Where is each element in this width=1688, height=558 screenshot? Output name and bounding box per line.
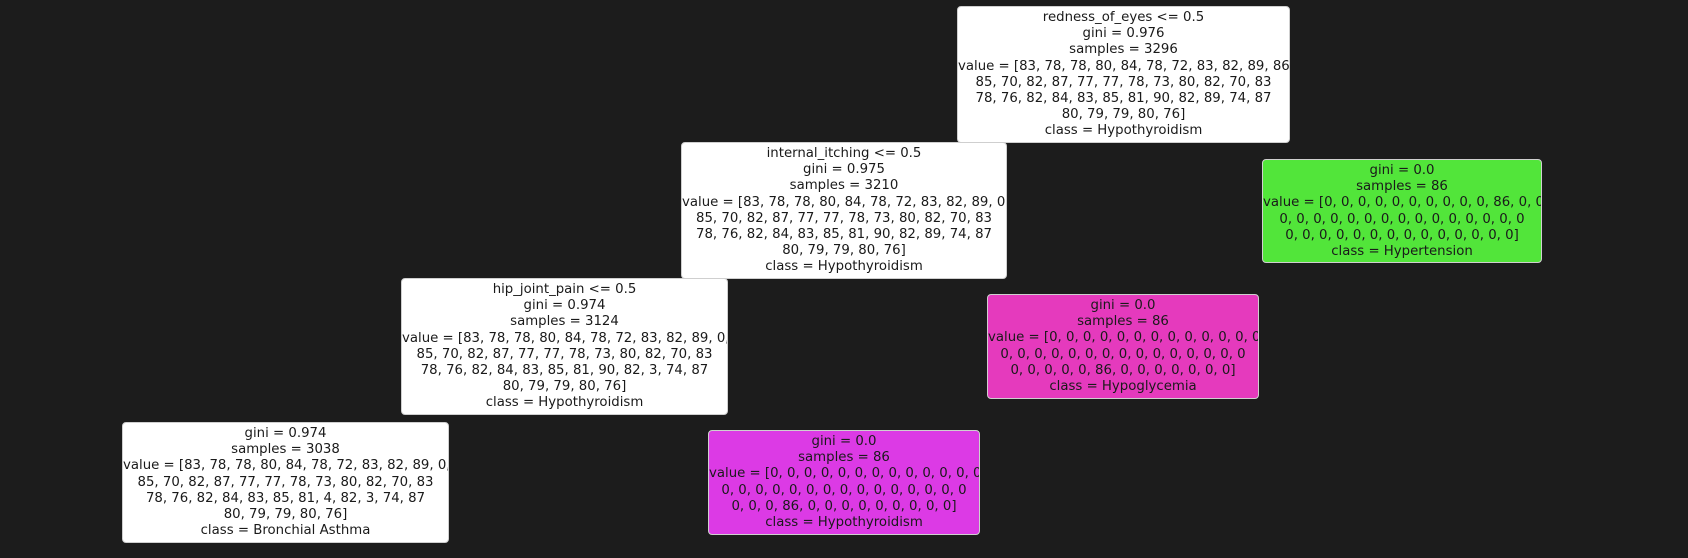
node-class: class = Bronchial Asthma xyxy=(200,523,371,539)
node-value-line: 85, 70, 82, 87, 77, 77, 78, 73, 80, 82, … xyxy=(695,210,993,226)
node-gini: gini = 0.975 xyxy=(803,162,885,178)
node-value-line: 85, 70, 82, 87, 77, 77, 78, 73, 80, 82, … xyxy=(137,474,434,490)
node-value-line: 78, 76, 82, 84, 83, 85, 81, 90, 82, 89, … xyxy=(695,227,993,243)
node-samples: samples = 3038 xyxy=(231,442,340,458)
node-gini: gini = 0.974 xyxy=(523,298,606,314)
node-split-rule: redness_of_eyes <= 0.5 xyxy=(1042,10,1205,25)
node-split-rule: hip_joint_pain <= 0.5 xyxy=(492,282,637,297)
node-value-line: 0, 0, 0, 0, 0, 86, 0, 0, 0, 0, 0, 0, 0] xyxy=(1010,362,1236,378)
node-value-line: value = [0, 0, 0, 0, 0, 0, 0, 0, 0, 0, 8… xyxy=(1263,195,1542,211)
node-value-line: 0, 0, 0, 86, 0, 0, 0, 0, 0, 0, 0, 0, 0] xyxy=(731,498,957,514)
tree-leaf-hypertension: gini = 0.0 samples = 86 value = [0, 0, 0… xyxy=(1262,159,1542,263)
node-value-line: 80, 79, 79, 80, 76] xyxy=(782,243,906,259)
node-value-line: 0, 0, 0, 0, 0, 0, 0, 0, 0, 0, 0, 0, 0, 0… xyxy=(721,482,967,498)
node-class: class = Hypothyroidism xyxy=(1044,123,1203,139)
node-class: class = Hypoglycemia xyxy=(1049,379,1197,395)
node-value-line: value = [83, 78, 78, 80, 84, 78, 72, 83,… xyxy=(682,194,1007,210)
node-value-line: value = [0, 0, 0, 0, 0, 0, 0, 0, 0, 0, 0… xyxy=(709,466,979,482)
decision-tree-canvas: redness_of_eyes <= 0.5 gini = 0.976 samp… xyxy=(0,0,1688,558)
node-value-line: 85, 70, 82, 87, 77, 77, 78, 73, 80, 82, … xyxy=(416,346,713,362)
node-gini: gini = 0.0 xyxy=(1369,163,1435,178)
tree-node-redness-of-eyes: redness_of_eyes <= 0.5 gini = 0.976 samp… xyxy=(957,6,1290,143)
node-value-line: 78, 76, 82, 84, 83, 85, 81, 4, 82, 3, 74… xyxy=(145,490,426,506)
tree-leaf-bronchial-asthma: gini = 0.974 samples = 3038 value = [83,… xyxy=(122,422,449,543)
node-split-rule: internal_itching <= 0.5 xyxy=(766,146,922,161)
node-value-line: 0, 0, 0, 0, 0, 0, 0, 0, 0, 0, 0, 0, 0, 0… xyxy=(1000,346,1246,362)
node-value-line: value = [0, 0, 0, 0, 0, 0, 0, 0, 0, 0, 0… xyxy=(988,330,1258,346)
node-value-line: value = [83, 78, 78, 80, 84, 78, 72, 83,… xyxy=(958,58,1290,74)
node-value-line: 0, 0, 0, 0, 0, 0, 0, 0, 0, 0, 0, 0, 0, 0… xyxy=(1279,211,1525,227)
node-samples: samples = 86 xyxy=(1077,314,1169,330)
node-value-line: value = [83, 78, 78, 80, 84, 78, 72, 83,… xyxy=(123,458,449,474)
node-value-line: 80, 79, 79, 80, 76] xyxy=(223,507,348,523)
node-samples: samples = 86 xyxy=(1356,179,1448,195)
node-class: class = Hypertension xyxy=(1331,244,1473,260)
node-samples: samples = 3210 xyxy=(789,178,899,194)
node-value-line: 0, 0, 0, 0, 0, 0, 0, 0, 0, 0, 0, 0, 0, 0… xyxy=(1285,227,1519,243)
node-gini: gini = 0.974 xyxy=(244,426,327,441)
node-value-line: 78, 76, 82, 84, 83, 85, 81, 90, 82, 89, … xyxy=(975,91,1272,107)
node-value-line: 80, 79, 79, 80, 76] xyxy=(502,379,627,395)
node-gini: gini = 0.0 xyxy=(811,434,877,449)
node-samples: samples = 86 xyxy=(798,450,890,466)
node-value-line: 78, 76, 82, 84, 83, 85, 81, 90, 82, 3, 7… xyxy=(420,363,709,379)
node-samples: samples = 3296 xyxy=(1069,42,1178,58)
node-value-line: value = [83, 78, 78, 80, 84, 78, 72, 83,… xyxy=(402,330,728,346)
node-class: class = Hypothyroidism xyxy=(765,259,923,275)
tree-leaf-hypoglycemia: gini = 0.0 samples = 86 value = [0, 0, 0… xyxy=(987,294,1259,399)
node-class: class = Hypothyroidism xyxy=(765,515,923,531)
tree-node-hip-joint-pain: hip_joint_pain <= 0.5 gini = 0.974 sampl… xyxy=(401,278,728,415)
node-gini: gini = 0.0 xyxy=(1090,298,1156,313)
node-class: class = Hypothyroidism xyxy=(485,395,644,411)
node-value-line: 85, 70, 82, 87, 77, 77, 78, 73, 80, 82, … xyxy=(975,74,1272,90)
tree-node-internal-itching: internal_itching <= 0.5 gini = 0.975 sam… xyxy=(681,142,1007,279)
tree-leaf-hypothyroidism: gini = 0.0 samples = 86 value = [0, 0, 0… xyxy=(708,430,980,535)
node-value-line: 80, 79, 79, 80, 76] xyxy=(1061,107,1186,123)
node-gini: gini = 0.976 xyxy=(1082,26,1165,42)
node-samples: samples = 3124 xyxy=(510,314,619,330)
